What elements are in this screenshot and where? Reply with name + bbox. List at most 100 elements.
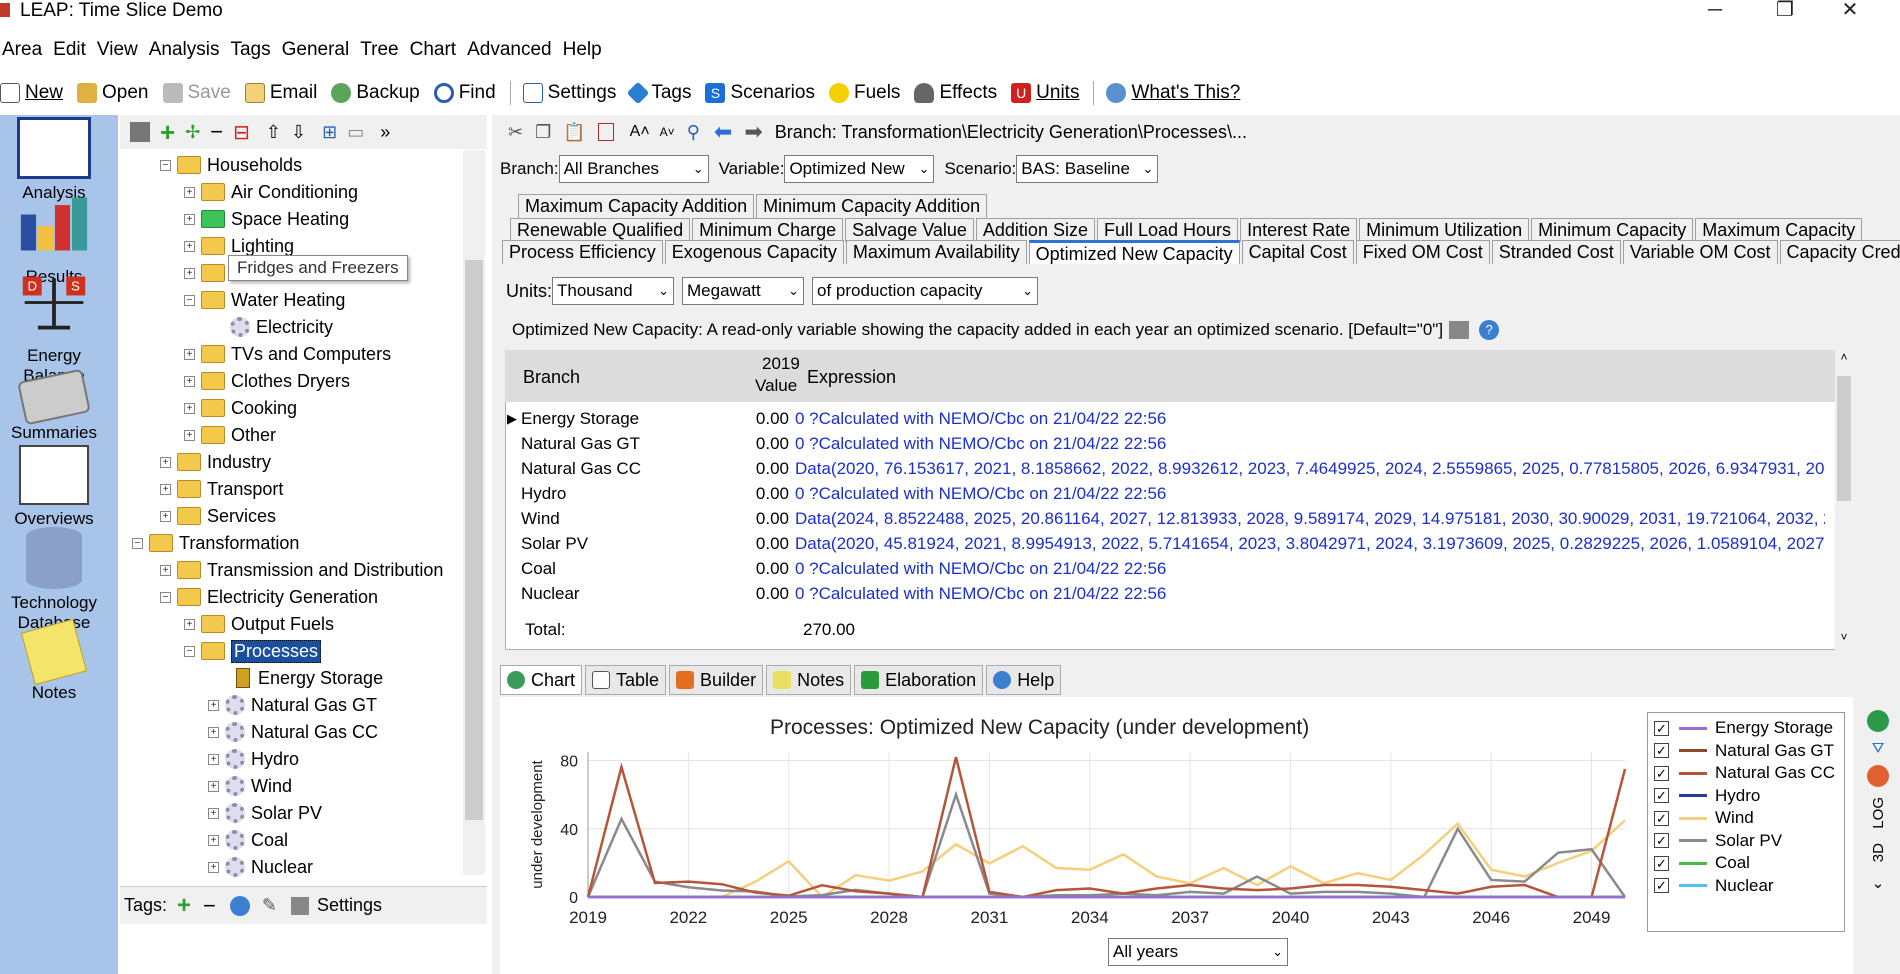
tab-minimum-capacity-addition[interactable]: Minimum Capacity Addition xyxy=(756,194,988,218)
add-branch-icon[interactable]: + xyxy=(160,117,175,148)
tree-node-electricity-generation[interactable]: − Electricity Generation xyxy=(160,585,378,609)
tag-brush-icon[interactable]: ✎ xyxy=(262,895,277,916)
grid-scrollbar[interactable]: ˄ ˅ xyxy=(1835,350,1853,650)
legend-item[interactable]: ✓ Nuclear xyxy=(1654,875,1774,897)
tree-node-natural-gas-gt[interactable]: + Natural Gas GT xyxy=(208,693,377,717)
expand-icon[interactable]: + xyxy=(160,510,171,522)
copy-icon[interactable]: ❐ xyxy=(535,122,551,143)
expand-icon[interactable]: + xyxy=(184,429,195,441)
fuels-button[interactable]: Fuels xyxy=(828,82,900,104)
tab-stranded-cost[interactable]: Stranded Cost xyxy=(1491,240,1621,264)
remove-branch-icon[interactable]: − xyxy=(210,119,223,145)
tree-node-fridges[interactable]: + xyxy=(184,261,231,285)
expand-icon[interactable]: + xyxy=(160,456,171,468)
pie-chart-icon[interactable] xyxy=(1867,710,1889,732)
forward-arrow-icon[interactable]: ➡ xyxy=(744,119,762,145)
expand-icon[interactable]: + xyxy=(184,348,195,360)
table-row[interactable]: Solar PV 0.00 Data(2020, 45.81924, 2021, 8… xyxy=(505,531,1835,556)
expand-icon[interactable]: + xyxy=(184,186,195,198)
view-notes[interactable]: Notes xyxy=(0,618,108,703)
restore-button[interactable]: ❐ xyxy=(1755,0,1815,22)
tree-node-other[interactable]: + Other xyxy=(184,423,276,447)
tab-minimum-charge[interactable]: Minimum Charge xyxy=(692,218,844,242)
tree-node-cooking[interactable]: + Cooking xyxy=(184,396,297,420)
menu-area[interactable]: Area xyxy=(0,39,50,61)
collapse-icon[interactable]: − xyxy=(160,159,171,171)
scroll-up-icon[interactable]: ˄ xyxy=(1835,350,1853,364)
collapse-icon[interactable]: − xyxy=(132,537,143,549)
units-scale-select[interactable]: Thousand ⌄ xyxy=(552,277,675,305)
collapse-icon[interactable]: − xyxy=(184,294,195,306)
tab-elaboration[interactable]: Elaboration xyxy=(854,665,984,695)
table-row[interactable]: Coal 0.00 0 ?Calculated with NEMO/Cbc on 2… xyxy=(505,556,1835,581)
move-up-icon[interactable]: ⇧ xyxy=(266,122,281,143)
menu-tree[interactable]: Tree xyxy=(357,39,406,61)
3d-toggle[interactable]: 3D xyxy=(1870,843,1887,862)
expand-icon[interactable]: + xyxy=(208,753,219,765)
tree-node-water-heating[interactable]: − Water Heating xyxy=(184,288,345,312)
save-button[interactable]: Save xyxy=(162,82,231,104)
tree-node-households[interactable]: − Households xyxy=(160,153,302,177)
tab-capital-cost[interactable]: Capital Cost xyxy=(1241,240,1354,264)
tags-settings-button[interactable]: Settings xyxy=(317,895,382,916)
legend-item[interactable]: ✓ Energy Storage xyxy=(1654,717,1833,739)
tab-optimized-new-capacity[interactable]: Optimized New Capacity xyxy=(1028,240,1240,264)
tree-node-energy-storage[interactable]: Energy Storage xyxy=(236,666,383,690)
view-overviews[interactable]: Overviews xyxy=(0,445,108,529)
legend-checkbox[interactable]: ✓ xyxy=(1654,878,1669,893)
grid-scroll-thumb[interactable] xyxy=(1837,376,1851,501)
legend-item[interactable]: ✓ Natural Gas GT xyxy=(1654,740,1834,762)
scenarios-button[interactable]: S Scenarios xyxy=(705,82,815,104)
folder-icon[interactable]: ▭ xyxy=(347,122,364,143)
clipboard-icon[interactable] xyxy=(597,123,614,141)
tree-node-output-fuels[interactable]: + Output Fuels xyxy=(184,612,334,636)
tree-node-transport[interactable]: + Transport xyxy=(160,477,283,501)
view-summaries[interactable]: Summaries xyxy=(0,367,108,443)
scenario-select[interactable]: BAS: Baseline ⌄ xyxy=(1016,155,1159,183)
backup-button[interactable]: Backup xyxy=(331,82,420,104)
units-unit-select[interactable]: Megawatt ⌄ xyxy=(682,277,805,305)
collapse-icon[interactable]: − xyxy=(184,645,195,657)
tree-node-processes[interactable]: − Processes xyxy=(184,639,322,663)
tree-node-tvs[interactable]: + TVs and Computers xyxy=(184,342,391,366)
tab-process-efficiency[interactable]: Process Efficiency xyxy=(502,240,663,264)
cut-icon[interactable]: ✂ xyxy=(508,122,523,143)
branch-select[interactable]: All Branches ⌄ xyxy=(558,155,709,183)
remove-tag-icon[interactable]: − xyxy=(203,893,216,919)
add-multiple-icon[interactable]: ✢ xyxy=(185,122,200,143)
tab-fixed-om-cost[interactable]: Fixed OM Cost xyxy=(1355,240,1490,264)
expand-icon[interactable]: + xyxy=(160,564,171,576)
comment-icon[interactable] xyxy=(1449,321,1470,339)
menu-help[interactable]: Help xyxy=(560,39,610,61)
new-button[interactable]: New xyxy=(0,82,63,104)
menu-view[interactable]: View xyxy=(94,39,146,61)
tags-button[interactable]: Tags xyxy=(627,81,691,105)
expand-icon[interactable]: + xyxy=(184,240,195,252)
tree-node-electricity[interactable]: Electricity xyxy=(230,315,333,339)
tab-notes[interactable]: Notes xyxy=(766,665,852,695)
legend-checkbox[interactable]: ✓ xyxy=(1654,855,1669,871)
effects-button[interactable]: Effects xyxy=(914,82,997,104)
tab-exogenous-capacity[interactable]: Exogenous Capacity xyxy=(664,240,844,264)
legend-checkbox[interactable]: ✓ xyxy=(1654,720,1669,736)
collapse-icon[interactable]: − xyxy=(160,591,171,603)
legend-checkbox[interactable]: ✓ xyxy=(1654,833,1669,848)
expand-toolbar-icon[interactable]: » xyxy=(380,122,390,143)
legend-item[interactable]: ✓ Coal xyxy=(1654,852,1750,874)
variable-select[interactable]: Optimized New ⌄ xyxy=(784,155,935,183)
tree-node-industry[interactable]: + Industry xyxy=(160,450,271,474)
expand-icon[interactable]: + xyxy=(208,726,219,738)
open-button[interactable]: Open xyxy=(77,82,149,104)
menu-edit[interactable]: Edit xyxy=(50,39,94,61)
expand-icon[interactable]: + xyxy=(184,267,195,279)
table-row[interactable]: Hydro 0.00 0 ?Calculated with NEMO/Cbc on … xyxy=(505,481,1835,506)
expand-icon[interactable]: + xyxy=(208,780,219,792)
log-scale-toggle[interactable]: LOG xyxy=(1870,797,1887,829)
menu-chart[interactable]: Chart xyxy=(407,39,464,61)
expand-icon[interactable]: + xyxy=(160,483,171,495)
settings-button[interactable]: Settings xyxy=(522,82,616,104)
org-chart-icon[interactable]: ⚲ xyxy=(687,122,700,143)
decrease-font-icon[interactable]: A˅ xyxy=(660,125,675,139)
tab-builder[interactable]: Builder xyxy=(669,665,764,695)
tree-node-natural-gas-cc[interactable]: + Natural Gas CC xyxy=(208,720,378,744)
